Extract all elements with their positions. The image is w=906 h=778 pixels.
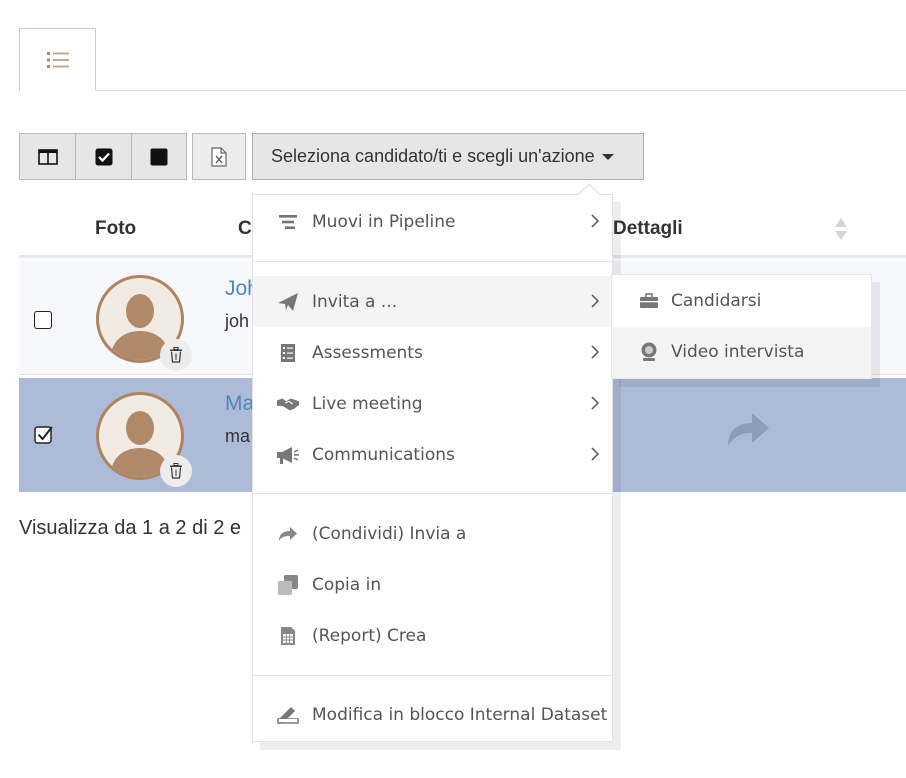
menu-item-label: Assessments: [312, 342, 423, 363]
menu-item-label: Modifica in blocco Internal Dataset: [312, 704, 608, 725]
columns-icon: [37, 148, 58, 165]
webcam-icon: [638, 341, 660, 363]
megaphone-icon: [277, 444, 299, 466]
bulk-action-label: Seleziona candidato/ti e scegli un'azion…: [271, 146, 595, 166]
menu-item-label: Communications: [312, 444, 455, 465]
sort-icon[interactable]: [834, 217, 848, 241]
menu-item-label: (Report) Crea: [312, 625, 427, 646]
pagination-info: Visualizza da 1 a 2 di 2 e: [19, 517, 242, 539]
chevron-right-icon: [591, 214, 599, 228]
delete-photo-button[interactable]: [160, 339, 192, 371]
column-header-photo[interactable]: Foto: [95, 218, 136, 240]
row-checkbox[interactable]: [34, 311, 52, 329]
menu-separator: [253, 261, 612, 262]
trash-icon: [170, 463, 182, 479]
chevron-right-icon: [591, 396, 599, 410]
menu-separator: [253, 493, 612, 494]
column-header-candidate[interactable]: C: [238, 218, 252, 240]
select-all-button[interactable]: [76, 133, 132, 180]
tab-list-view[interactable]: [19, 28, 96, 91]
chevron-right-icon: [591, 345, 599, 359]
bulk-action-menu: Muovi in Pipeline Invita a ... Assessmen…: [252, 194, 613, 742]
menu-separator: [253, 675, 612, 676]
menu-item-invite[interactable]: Invita a ...: [253, 276, 612, 327]
spreadsheet-icon: [277, 625, 299, 647]
toggle-columns-button[interactable]: [19, 133, 76, 180]
candidate-name-link[interactable]: Ma: [225, 392, 254, 416]
share-icon: [277, 523, 299, 545]
chevron-right-icon: [591, 294, 599, 308]
menu-item-share[interactable]: (Condividi) Invia a: [253, 508, 612, 559]
export-excel-button[interactable]: [192, 133, 246, 180]
handshake-icon: [277, 393, 299, 415]
submenu-item-video-interview[interactable]: Video intervista: [612, 327, 871, 378]
trash-icon: [170, 347, 182, 363]
copy-icon: [277, 574, 299, 596]
excel-file-icon: [211, 146, 227, 167]
caret-down-icon: [601, 153, 614, 160]
deselect-all-button[interactable]: [132, 133, 187, 180]
check-square-icon: [95, 148, 112, 165]
invite-submenu: Candidarsi Video intervista: [611, 274, 872, 379]
menu-item-live-meeting[interactable]: Live meeting: [253, 378, 612, 429]
menu-item-label: Invita a ...: [312, 291, 398, 312]
bulk-action-dropdown-button[interactable]: Seleziona candidato/ti e scegli un'azion…: [252, 133, 644, 180]
menu-item-assessments[interactable]: Assessments: [253, 327, 612, 378]
candidate-email: ma: [225, 426, 251, 446]
menu-item-label: Muovi in Pipeline: [312, 211, 456, 232]
candidate-email: joh: [225, 311, 250, 331]
briefcase-icon: [638, 290, 660, 312]
filled-square-icon: [150, 148, 168, 165]
delete-photo-button[interactable]: [160, 455, 192, 487]
pipeline-icon: [277, 211, 299, 233]
menu-item-report[interactable]: (Report) Crea: [253, 610, 612, 661]
share-icon[interactable]: [724, 410, 770, 448]
column-header-details[interactable]: Dettagli: [613, 218, 683, 240]
paper-plane-icon: [277, 291, 299, 313]
menu-item-copy[interactable]: Copia in: [253, 559, 612, 610]
submenu-item-label: Candidarsi: [671, 291, 762, 311]
menu-item-label: (Condividi) Invia a: [312, 523, 467, 544]
list-icon: [46, 51, 69, 68]
menu-arrow-inner: [579, 185, 599, 195]
chevron-right-icon: [591, 447, 599, 461]
edit-icon: [277, 704, 299, 726]
tab-strip: [19, 28, 906, 91]
menu-item-move-pipeline[interactable]: Muovi in Pipeline: [253, 196, 612, 247]
row-checkbox[interactable]: [34, 425, 53, 444]
menu-item-communications[interactable]: Communications: [253, 429, 612, 480]
menu-item-bulk-edit[interactable]: Modifica in blocco Internal Dataset: [253, 689, 612, 740]
checked-checkbox-icon: [34, 426, 53, 444]
submenu-item-label: Video intervista: [671, 342, 805, 362]
submenu-item-apply[interactable]: Candidarsi: [612, 276, 871, 327]
menu-item-label: Live meeting: [312, 393, 423, 414]
checklist-icon: [277, 342, 299, 364]
menu-item-label: Copia in: [312, 574, 382, 595]
